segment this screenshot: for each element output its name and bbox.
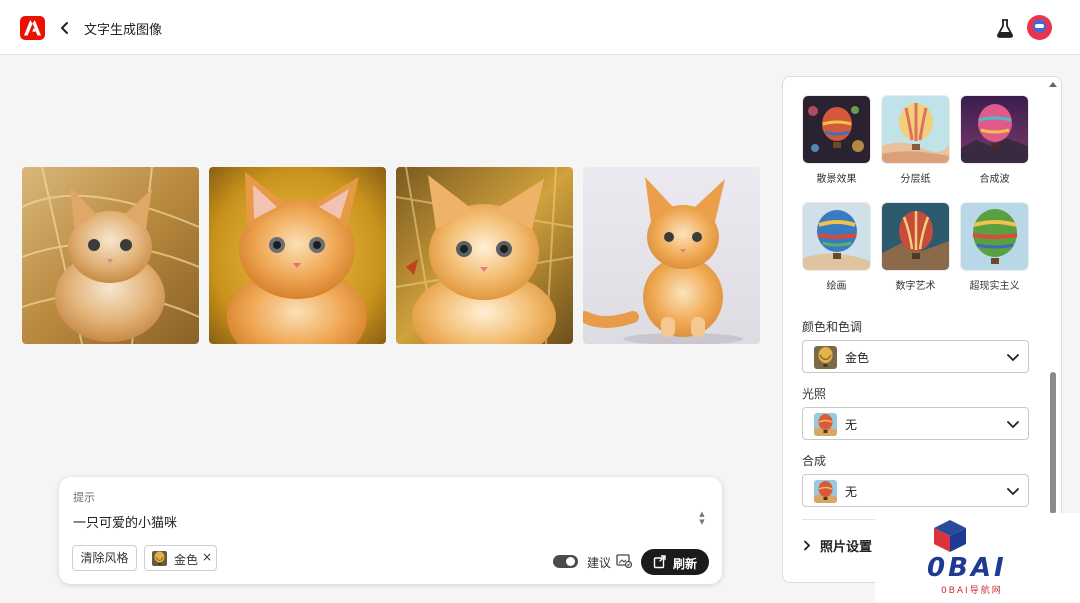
lighting-select[interactable]: 无 (802, 407, 1029, 440)
style-layered-paper[interactable]: 分层纸 (882, 96, 949, 185)
style-label: 绘画 (826, 281, 847, 292)
lighting-value: 无 (845, 418, 858, 432)
lighting-label: 光照 (802, 387, 827, 401)
refresh-button[interactable]: 刷新 (641, 549, 709, 575)
style-label: 分层纸 (900, 174, 931, 185)
balloon-painting-thumbnail (803, 203, 870, 270)
prompt-input[interactable]: 一只可爱的小猫咪 (73, 512, 177, 531)
style-label: 超现实主义 (969, 281, 1020, 292)
style-bokeh[interactable]: 散景效果 (803, 96, 870, 185)
balloon-paper-thumbnail (882, 96, 949, 163)
app-header: 文字生成图像 (0, 0, 1080, 55)
refresh-icon (653, 555, 666, 569)
balloon-thumbnail-icon (152, 551, 167, 566)
close-icon[interactable]: × (202, 550, 212, 564)
balloon-synthwave-thumbnail (961, 96, 1028, 163)
user-avatar[interactable] (1027, 15, 1052, 40)
refresh-label: 刷新 (673, 557, 698, 571)
generated-image-2[interactable] (209, 167, 386, 344)
balloon-none-thumbnail (814, 480, 837, 503)
style-chip-gold: 金色 × (144, 545, 217, 571)
watermark: 0BAI 0BAI导航网 (875, 513, 1080, 603)
cube-logo-icon (934, 520, 966, 552)
balloon-none-thumbnail (814, 413, 837, 436)
style-label: 合成波 (979, 174, 1010, 185)
photo-settings-expander[interactable]: 照片设置 (802, 536, 872, 555)
balloon-bokeh-thumbnail (803, 96, 870, 163)
color-tone-value: 金色 (845, 351, 870, 365)
chevron-down-icon (1007, 421, 1019, 429)
prompt-label: 提示 (73, 491, 95, 504)
chevron-down-icon (1007, 354, 1019, 362)
suggestions-label: 建议 (587, 556, 612, 570)
image-settings-icon[interactable] (616, 554, 632, 568)
style-label: 散景效果 (816, 174, 857, 185)
photo-settings-label: 照片设置 (820, 540, 873, 555)
panel-scrollbar[interactable] (1050, 372, 1056, 514)
generated-image-1[interactable] (22, 167, 199, 344)
chevron-down-icon (1007, 488, 1019, 496)
style-panel: 散景效果 分层纸 合成波 绘画 数字艺术 超现实主义 颜色和色调 金色 光照 无… (782, 76, 1062, 583)
composition-label: 合成 (802, 454, 827, 468)
suggestions-toggle[interactable] (553, 555, 578, 568)
balloon-digital-thumbnail (882, 203, 949, 270)
scroll-up-icon[interactable] (1048, 80, 1058, 88)
style-chip-label: 金色 (174, 553, 199, 567)
flask-icon[interactable] (995, 17, 1015, 39)
generated-image-4[interactable] (583, 167, 760, 344)
watermark-subtitle: 0BAI导航网 (941, 586, 1003, 596)
style-digital-art[interactable]: 数字艺术 (882, 203, 949, 292)
chevron-right-icon (802, 540, 814, 555)
chevron-left-icon[interactable] (58, 19, 72, 37)
color-tone-label: 颜色和色调 (802, 320, 863, 334)
adobe-logo[interactable] (20, 16, 45, 40)
balloon-gold-thumbnail (814, 346, 837, 369)
balloon-surreal-thumbnail (961, 203, 1028, 270)
prompt-resize-icon[interactable]: ▲ ▼ (697, 510, 707, 528)
clear-style-button[interactable]: 清除风格 (72, 545, 137, 571)
style-label: 数字艺术 (895, 281, 936, 292)
style-surrealism[interactable]: 超现实主义 (961, 203, 1028, 292)
composition-value: 无 (845, 485, 858, 499)
page-title: 文字生成图像 (84, 23, 163, 38)
watermark-brand: 0BAI (927, 553, 1007, 583)
style-synthwave[interactable]: 合成波 (961, 96, 1028, 185)
generated-image-3[interactable] (396, 167, 573, 344)
composition-select[interactable]: 无 (802, 474, 1029, 507)
style-painting[interactable]: 绘画 (803, 203, 870, 292)
prompt-card: 提示 一只可爱的小猫咪 ▲ ▼ 清除风格 金色 × 建议 刷新 (59, 477, 722, 584)
color-tone-select[interactable]: 金色 (802, 340, 1029, 373)
